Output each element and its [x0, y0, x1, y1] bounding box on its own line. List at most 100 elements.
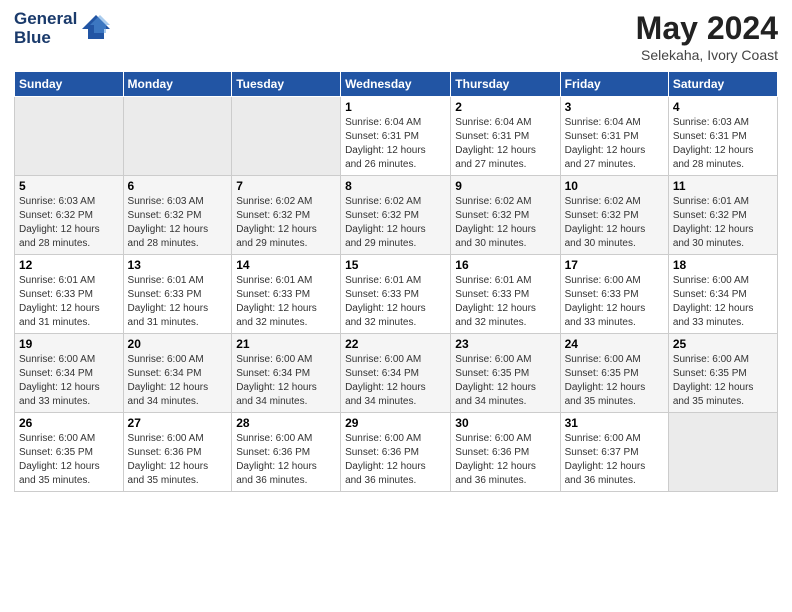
- day-info: Sunrise: 6:00 AM Sunset: 6:35 PM Dayligh…: [565, 353, 664, 409]
- day-info: Sunrise: 6:03 AM Sunset: 6:31 PM Dayligh…: [673, 116, 773, 172]
- weekday-header-wednesday: Wednesday: [341, 72, 451, 97]
- day-number: 29: [345, 416, 446, 430]
- day-number: 12: [19, 258, 119, 272]
- calendar-day-cell: 1Sunrise: 6:04 AM Sunset: 6:31 PM Daylig…: [341, 97, 451, 176]
- logo: General Blue: [14, 10, 112, 47]
- day-number: 4: [673, 100, 773, 114]
- day-info: Sunrise: 6:00 AM Sunset: 6:35 PM Dayligh…: [455, 353, 555, 409]
- day-info: Sunrise: 6:01 AM Sunset: 6:33 PM Dayligh…: [19, 274, 119, 330]
- day-info: Sunrise: 6:00 AM Sunset: 6:34 PM Dayligh…: [345, 353, 446, 409]
- day-info: Sunrise: 6:00 AM Sunset: 6:37 PM Dayligh…: [565, 432, 664, 488]
- calendar-week-row: 5Sunrise: 6:03 AM Sunset: 6:32 PM Daylig…: [15, 176, 778, 255]
- calendar-day-cell: 19 Sunrise: 6:00 AM Sunset: 6:34 PM Dayli…: [15, 334, 124, 413]
- calendar-day-cell: 25 Sunrise: 6:00 AM Sunset: 6:35 PM Dayli…: [668, 334, 777, 413]
- calendar-day-cell: 31 Sunrise: 6:00 AM Sunset: 6:37 PM Dayli…: [560, 413, 668, 492]
- calendar-day-cell: 17 Sunrise: 6:00 AM Sunset: 6:33 PM Dayli…: [560, 255, 668, 334]
- logo-text-blue: Blue: [14, 29, 77, 48]
- calendar-day-cell: 27Sunrise: 6:00 AM Sunset: 6:36 PM Dayli…: [123, 413, 232, 492]
- month-year-title: May 2024: [636, 10, 778, 47]
- day-number: 22: [345, 337, 446, 351]
- weekday-header-friday: Friday: [560, 72, 668, 97]
- logo-text-general: General: [14, 10, 77, 29]
- day-info: Sunrise: 6:00 AM Sunset: 6:36 PM Dayligh…: [236, 432, 336, 488]
- calendar-day-cell: [123, 97, 232, 176]
- calendar-day-cell: [232, 97, 341, 176]
- day-number: 21: [236, 337, 336, 351]
- day-number: 10: [565, 179, 664, 193]
- calendar-day-cell: 2 Sunrise: 6:04 AM Sunset: 6:31 PM Daylig…: [451, 97, 560, 176]
- day-number: 26: [19, 416, 119, 430]
- day-number: 14: [236, 258, 336, 272]
- calendar-day-cell: 18Sunrise: 6:00 AM Sunset: 6:34 PM Dayli…: [668, 255, 777, 334]
- day-info: Sunrise: 6:00 AM Sunset: 6:33 PM Dayligh…: [565, 274, 664, 330]
- day-info: Sunrise: 6:00 AM Sunset: 6:34 PM Dayligh…: [236, 353, 336, 409]
- day-info: Sunrise: 6:00 AM Sunset: 6:35 PM Dayligh…: [673, 353, 773, 409]
- calendar-day-cell: 28Sunrise: 6:00 AM Sunset: 6:36 PM Dayli…: [232, 413, 341, 492]
- day-info: Sunrise: 6:03 AM Sunset: 6:32 PM Dayligh…: [19, 195, 119, 251]
- day-number: 19: [19, 337, 119, 351]
- day-info: Sunrise: 6:01 AM Sunset: 6:33 PM Dayligh…: [236, 274, 336, 330]
- day-info: Sunrise: 6:04 AM Sunset: 6:31 PM Dayligh…: [455, 116, 555, 172]
- day-number: 7: [236, 179, 336, 193]
- day-number: 16: [455, 258, 555, 272]
- day-number: 9: [455, 179, 555, 193]
- day-info: Sunrise: 6:00 AM Sunset: 6:35 PM Dayligh…: [19, 432, 119, 488]
- day-info: Sunrise: 6:04 AM Sunset: 6:31 PM Dayligh…: [565, 116, 664, 172]
- calendar-table: SundayMondayTuesdayWednesdayThursdayFrid…: [14, 71, 778, 492]
- day-info: Sunrise: 6:00 AM Sunset: 6:34 PM Dayligh…: [128, 353, 228, 409]
- logo-icon: [80, 11, 112, 43]
- day-info: Sunrise: 6:00 AM Sunset: 6:34 PM Dayligh…: [19, 353, 119, 409]
- calendar-day-cell: 22 Sunrise: 6:00 AM Sunset: 6:34 PM Dayli…: [341, 334, 451, 413]
- main-container: General Blue May 2024 Selekaha, Ivory Co…: [0, 0, 792, 502]
- day-info: Sunrise: 6:02 AM Sunset: 6:32 PM Dayligh…: [455, 195, 555, 251]
- day-number: 31: [565, 416, 664, 430]
- weekday-header-tuesday: Tuesday: [232, 72, 341, 97]
- day-number: 2: [455, 100, 555, 114]
- day-info: Sunrise: 6:02 AM Sunset: 6:32 PM Dayligh…: [236, 195, 336, 251]
- day-number: 25: [673, 337, 773, 351]
- day-info: Sunrise: 6:00 AM Sunset: 6:36 PM Dayligh…: [128, 432, 228, 488]
- calendar-week-row: 19 Sunrise: 6:00 AM Sunset: 6:34 PM Dayli…: [15, 334, 778, 413]
- day-number: 30: [455, 416, 555, 430]
- weekday-header-row: SundayMondayTuesdayWednesdayThursdayFrid…: [15, 72, 778, 97]
- day-number: 6: [128, 179, 228, 193]
- title-block: May 2024 Selekaha, Ivory Coast: [636, 10, 778, 63]
- day-number: 24: [565, 337, 664, 351]
- calendar-day-cell: 10 Sunrise: 6:02 AM Sunset: 6:32 PM Dayli…: [560, 176, 668, 255]
- weekday-header-sunday: Sunday: [15, 72, 124, 97]
- calendar-day-cell: 16 Sunrise: 6:01 AM Sunset: 6:33 PM Dayli…: [451, 255, 560, 334]
- calendar-week-row: 1 Sunrise: 6:04 AM Sunset: 6:31 PM Daylig…: [15, 97, 778, 176]
- day-number: 17: [565, 258, 664, 272]
- day-info: Sunrise: 6:01 AM Sunset: 6:33 PM Dayligh…: [128, 274, 228, 330]
- day-number: 11: [673, 179, 773, 193]
- calendar-body: 1 Sunrise: 6:04 AM Sunset: 6:31 PM Daylig…: [15, 97, 778, 492]
- calendar-day-cell: 7 Sunrise: 6:02 AM Sunset: 6:32 PM Daylig…: [232, 176, 341, 255]
- weekday-header-saturday: Saturday: [668, 72, 777, 97]
- weekday-header-monday: Monday: [123, 72, 232, 97]
- day-info: Sunrise: 6:02 AM Sunset: 6:32 PM Dayligh…: [345, 195, 446, 251]
- calendar-day-cell: 8Sunrise: 6:02 AM Sunset: 6:32 PM Daylig…: [341, 176, 451, 255]
- calendar-day-cell: 29 Sunrise: 6:00 AM Sunset: 6:36 PM Dayli…: [341, 413, 451, 492]
- day-number: 13: [128, 258, 228, 272]
- calendar-day-cell: 4 Sunrise: 6:03 AM Sunset: 6:31 PM Daylig…: [668, 97, 777, 176]
- day-info: Sunrise: 6:02 AM Sunset: 6:32 PM Dayligh…: [565, 195, 664, 251]
- header: General Blue May 2024 Selekaha, Ivory Co…: [14, 10, 778, 63]
- calendar-day-cell: 24 Sunrise: 6:00 AM Sunset: 6:35 PM Dayli…: [560, 334, 668, 413]
- calendar-day-cell: 21 Sunrise: 6:00 AM Sunset: 6:34 PM Dayli…: [232, 334, 341, 413]
- calendar-day-cell: 9 Sunrise: 6:02 AM Sunset: 6:32 PM Daylig…: [451, 176, 560, 255]
- weekday-header-thursday: Thursday: [451, 72, 560, 97]
- day-info: Sunrise: 6:03 AM Sunset: 6:32 PM Dayligh…: [128, 195, 228, 251]
- calendar-week-row: 12 Sunrise: 6:01 AM Sunset: 6:33 PM Dayli…: [15, 255, 778, 334]
- calendar-day-cell: 15Sunrise: 6:01 AM Sunset: 6:33 PM Dayli…: [341, 255, 451, 334]
- calendar-day-cell: [668, 413, 777, 492]
- day-info: Sunrise: 6:01 AM Sunset: 6:33 PM Dayligh…: [455, 274, 555, 330]
- calendar-week-row: 26 Sunrise: 6:00 AM Sunset: 6:35 PM Dayli…: [15, 413, 778, 492]
- day-info: Sunrise: 6:00 AM Sunset: 6:36 PM Dayligh…: [455, 432, 555, 488]
- calendar-day-cell: 3 Sunrise: 6:04 AM Sunset: 6:31 PM Daylig…: [560, 97, 668, 176]
- day-number: 1: [345, 100, 446, 114]
- location-subtitle: Selekaha, Ivory Coast: [636, 47, 778, 63]
- calendar-day-cell: 26 Sunrise: 6:00 AM Sunset: 6:35 PM Dayli…: [15, 413, 124, 492]
- calendar-header: SundayMondayTuesdayWednesdayThursdayFrid…: [15, 72, 778, 97]
- day-info: Sunrise: 6:00 AM Sunset: 6:36 PM Dayligh…: [345, 432, 446, 488]
- day-number: 3: [565, 100, 664, 114]
